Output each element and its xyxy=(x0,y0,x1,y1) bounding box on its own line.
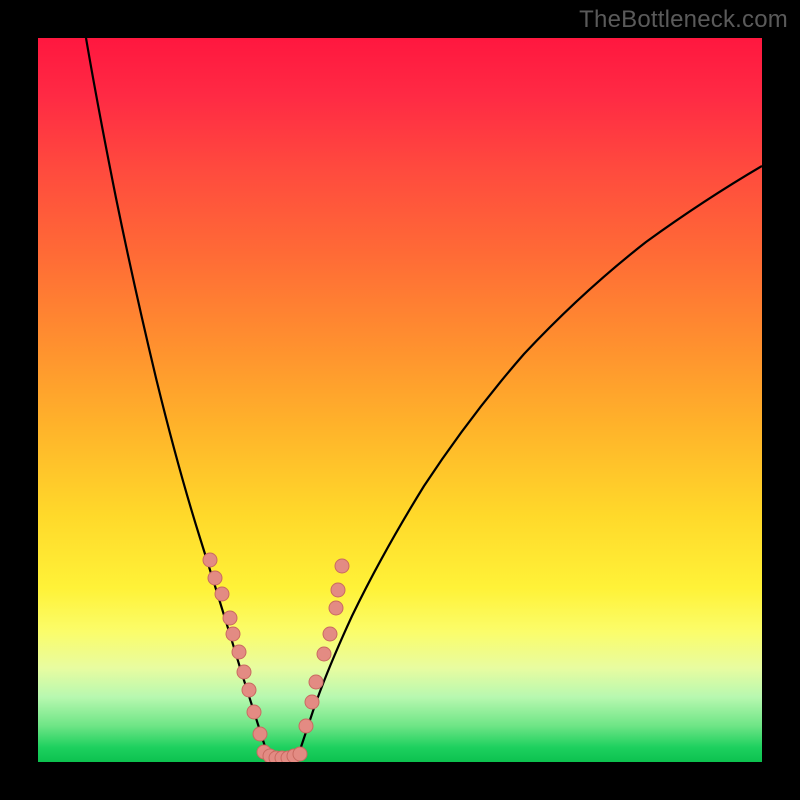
marker-dot xyxy=(208,571,222,585)
right-markers-group xyxy=(299,559,349,733)
plot-area xyxy=(38,38,762,762)
marker-dot xyxy=(317,647,331,661)
marker-dot xyxy=(323,627,337,641)
marker-dot xyxy=(329,601,343,615)
bottom-markers-group xyxy=(257,745,307,762)
marker-dot xyxy=(215,587,229,601)
left-markers-group xyxy=(203,553,267,741)
marker-dot xyxy=(203,553,217,567)
marker-dot xyxy=(335,559,349,573)
marker-dot xyxy=(299,719,313,733)
marker-dot xyxy=(237,665,251,679)
right-curve xyxy=(298,166,762,756)
marker-dot xyxy=(232,645,246,659)
marker-dot xyxy=(223,611,237,625)
marker-dot xyxy=(331,583,345,597)
marker-dot xyxy=(242,683,256,697)
marker-dot xyxy=(309,675,323,689)
chart-svg xyxy=(38,38,762,762)
chart-frame: TheBottleneck.com xyxy=(0,0,800,800)
marker-dot xyxy=(226,627,240,641)
marker-dot xyxy=(247,705,261,719)
marker-dot xyxy=(305,695,319,709)
marker-dot xyxy=(253,727,267,741)
marker-dot xyxy=(293,747,307,761)
watermark-text: TheBottleneck.com xyxy=(579,6,788,34)
